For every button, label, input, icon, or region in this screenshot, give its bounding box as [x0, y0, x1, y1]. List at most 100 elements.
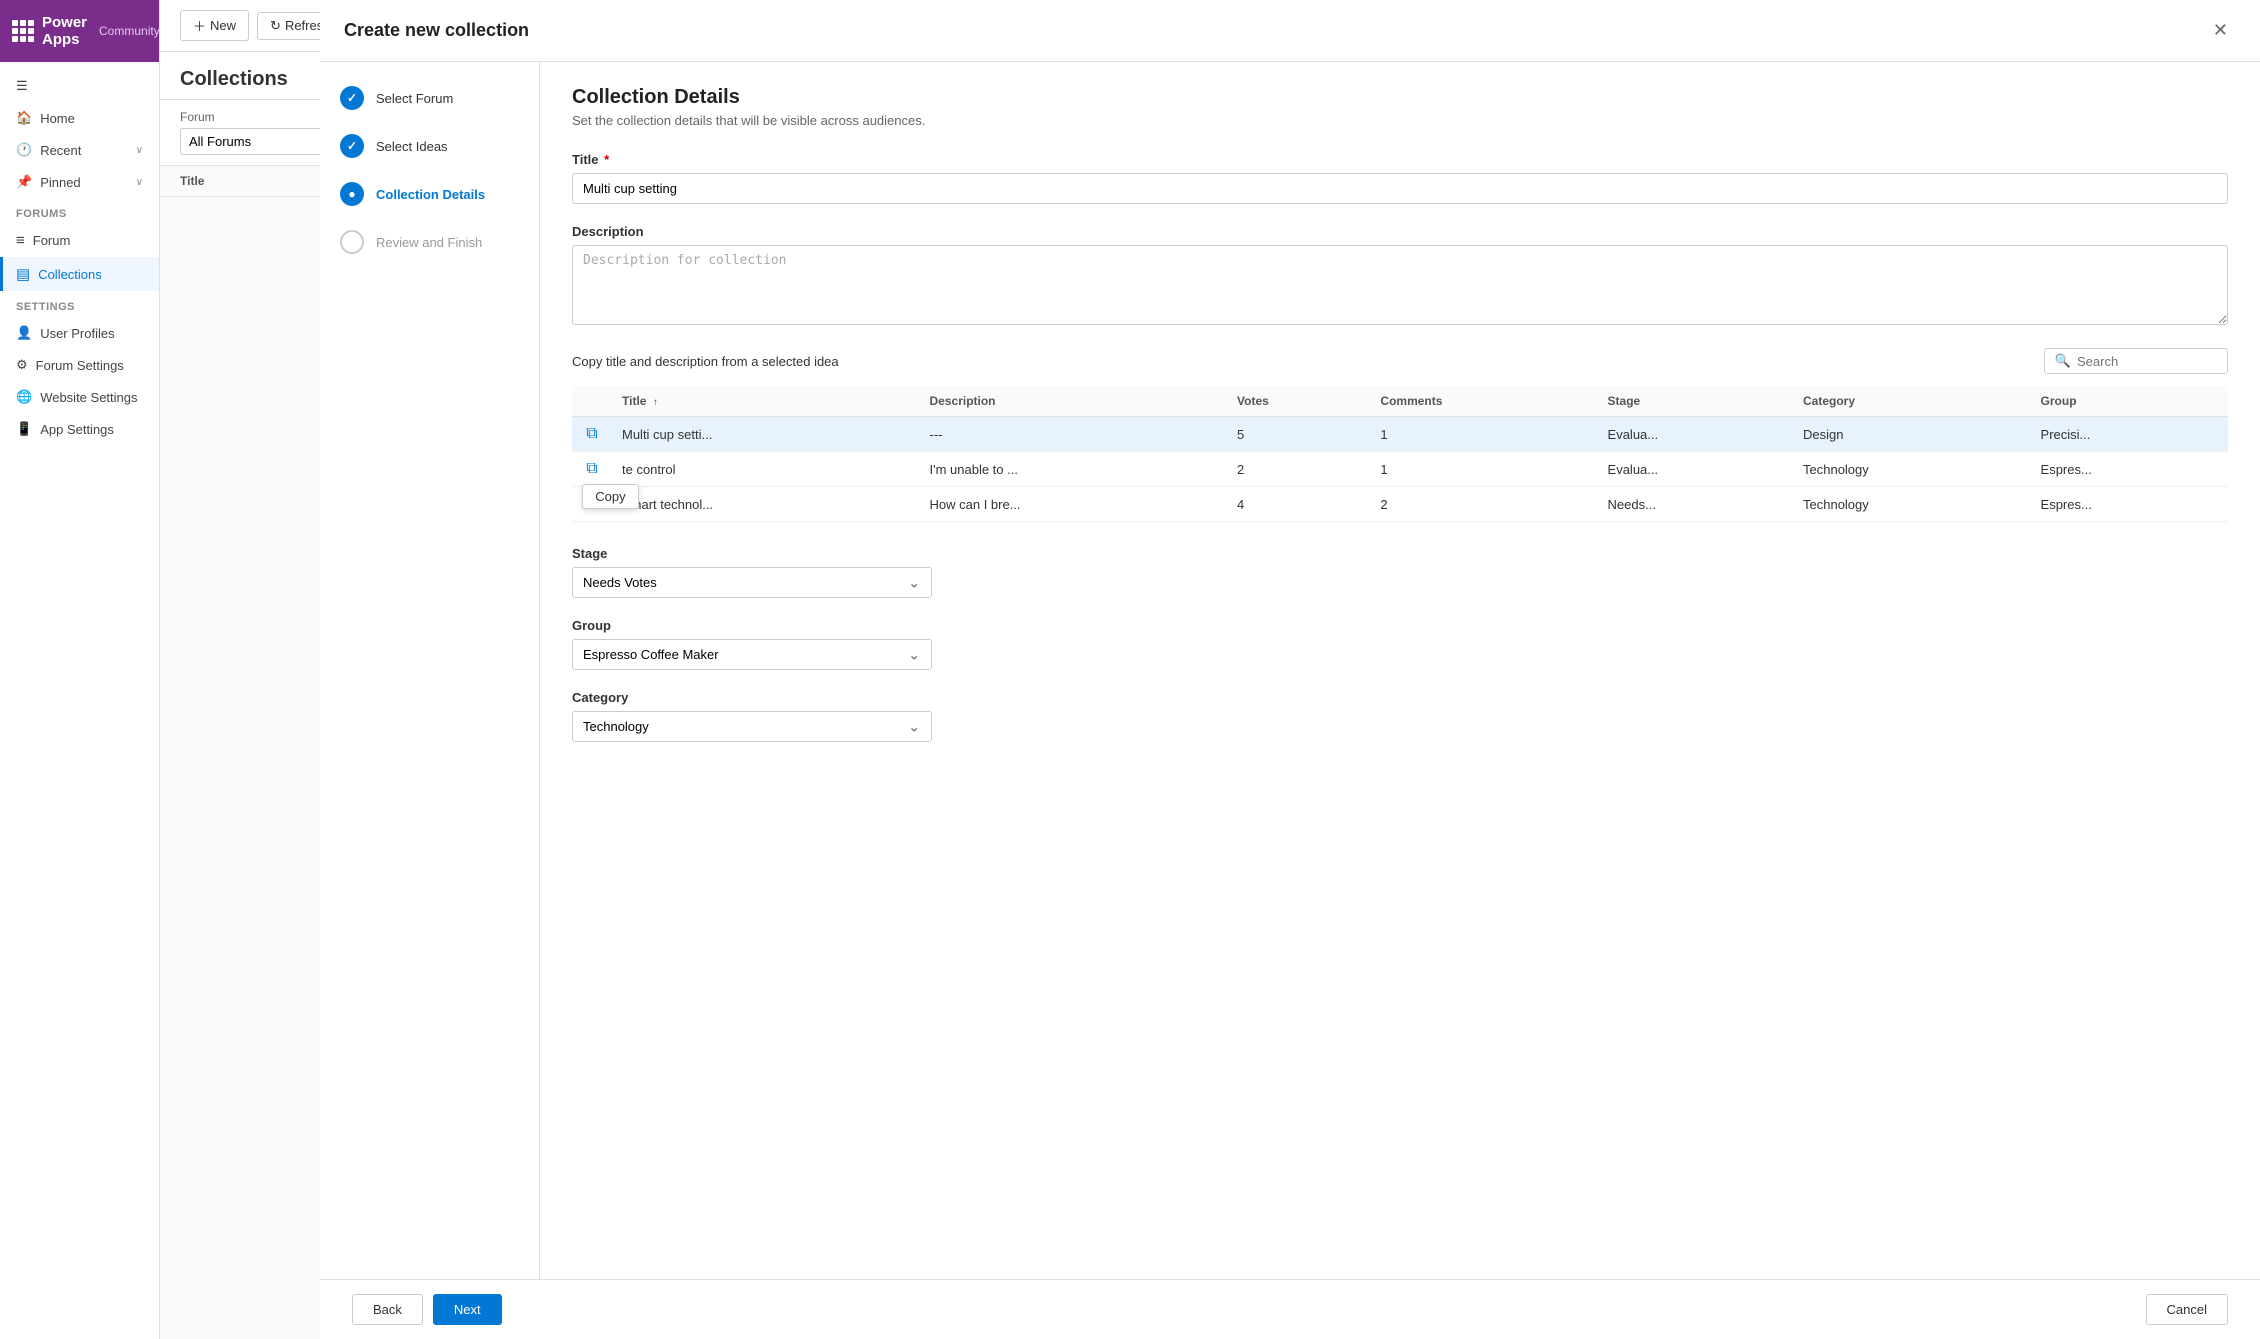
col-category-header: Category — [1793, 386, 2031, 417]
app-settings-icon: 📱 — [16, 421, 32, 437]
row-votes-3: 4 — [1227, 487, 1370, 522]
refresh-icon: ↻ — [270, 18, 281, 34]
table-row: ⧉ Copy te control I'm unable to ... 2 1 … — [572, 452, 2228, 487]
dialog-body: ✓ Select Forum ✓ Select Ideas ● Collecti… — [320, 62, 2260, 1279]
user-profiles-icon: 👤 — [16, 325, 32, 341]
forum-settings-label: Forum Settings — [36, 358, 143, 373]
grid-icon — [12, 20, 34, 42]
step-collection-details: ● Collection Details — [340, 182, 519, 206]
title-label: Title * — [572, 152, 2228, 167]
app-logo — [12, 20, 34, 42]
collections-nav-label: Collections — [38, 267, 143, 282]
group-label: Group — [572, 618, 2228, 633]
recent-label: Recent — [40, 143, 127, 158]
sidebar-item-pinned[interactable]: 📌 Pinned ∨ — [0, 166, 159, 198]
new-button[interactable]: ＋ New — [180, 10, 249, 41]
step-label-forum: Select Forum — [376, 91, 453, 106]
home-icon: 🏠 — [16, 110, 32, 126]
sidebar-item-forum[interactable]: ≡ Forum — [0, 224, 159, 257]
next-button[interactable]: Next — [433, 1294, 502, 1325]
category-select[interactable]: Technology Design Other — [572, 711, 932, 742]
group-field: Group Espresso Coffee Maker Precision Gr… — [572, 618, 2228, 670]
pinned-label: Pinned — [40, 175, 127, 190]
copy-section-header: Copy title and description from a select… — [572, 348, 2228, 374]
step-review-finish: Review and Finish — [340, 230, 519, 254]
row-stage-2: Evalua... — [1598, 452, 1793, 487]
sidebar-item-recent[interactable]: 🕐 Recent ∨ — [0, 134, 159, 166]
plus-icon: ＋ — [193, 16, 206, 35]
row-desc-3: How can I bre... — [920, 487, 1228, 522]
forum-nav-label: Forum — [33, 233, 143, 248]
dialog-close-button[interactable]: ✕ — [2205, 16, 2236, 45]
form-section-title: Collection Details — [572, 86, 2228, 109]
row-group-3: Espres... — [2031, 487, 2228, 522]
forum-filter-input[interactable] — [180, 128, 340, 155]
copy-icon-2[interactable]: ⧉ — [582, 458, 601, 479]
hamburger-icon: ☰ — [16, 78, 28, 94]
row-desc-2: I'm unable to ... — [920, 452, 1228, 487]
form-content: Collection Details Set the collection de… — [540, 62, 2260, 1279]
sidebar-item-menu[interactable]: ☰ — [0, 70, 159, 102]
title-input[interactable] — [572, 173, 2228, 204]
copy-icon-1[interactable]: ⧉ — [582, 423, 601, 444]
sidebar: Power Apps Community ☰ 🏠 Home 🕐 Recent ∨… — [0, 0, 160, 1339]
copy-cell-1: ⧉ — [572, 417, 612, 452]
recent-icon: 🕐 — [16, 142, 32, 158]
copy-popup: Copy — [582, 484, 638, 509]
copy-section-label-text: Copy title and description from a select… — [572, 354, 839, 369]
pin-icon: 📌 — [16, 174, 32, 190]
collections-icon: ▤ — [16, 265, 30, 283]
stage-select[interactable]: Needs Votes Under Review Completed — [572, 567, 932, 598]
forum-settings-icon: ⚙ — [16, 357, 28, 373]
search-icon: 🔍 — [2055, 353, 2071, 369]
step-circle-ideas: ✓ — [340, 134, 364, 158]
back-button[interactable]: Back — [352, 1294, 423, 1325]
sidebar-header: Power Apps Community — [0, 0, 159, 62]
row-desc-1: --- — [920, 417, 1228, 452]
app-context: Community — [99, 24, 160, 38]
search-input[interactable] — [2077, 354, 2217, 369]
dialog-footer: Back Next Cancel — [320, 1279, 2260, 1339]
user-profiles-label: User Profiles — [40, 326, 143, 341]
col-title-header[interactable]: Title ↑ — [612, 386, 920, 417]
col-copy-header — [572, 386, 612, 417]
app-settings-label: App Settings — [40, 422, 143, 437]
group-select-wrapper: Espresso Coffee Maker Precision Grinder — [572, 639, 932, 670]
copy-cell-2: ⧉ Copy — [572, 452, 612, 487]
group-select[interactable]: Espresso Coffee Maker Precision Grinder — [572, 639, 932, 670]
step-circle-forum: ✓ — [340, 86, 364, 110]
category-select-wrapper: Technology Design Other — [572, 711, 932, 742]
search-box[interactable]: 🔍 — [2044, 348, 2228, 374]
chevron-down-icon: ∨ — [136, 145, 143, 156]
app-name: Power Apps — [42, 14, 87, 48]
category-label: Category — [572, 690, 2228, 705]
col-stage-header: Stage — [1598, 386, 1793, 417]
row-category-1: Design — [1793, 417, 2031, 452]
sidebar-item-collections[interactable]: ▤ Collections — [0, 257, 159, 291]
table-header-row: Title ↑ Description Votes Comments Stage… — [572, 386, 2228, 417]
forums-section-label: Forums — [0, 198, 159, 224]
table-row: ⧉ Smart technol... How can I bre... 4 2 … — [572, 487, 2228, 522]
sidebar-item-app-settings[interactable]: 📱 App Settings — [0, 413, 159, 445]
description-textarea[interactable] — [572, 245, 2228, 325]
title-field: Title * — [572, 152, 2228, 204]
row-comments-1: 1 — [1370, 417, 1597, 452]
website-settings-label: Website Settings — [40, 390, 143, 405]
step-select-ideas: ✓ Select Ideas — [340, 134, 519, 158]
row-votes-1: 5 — [1227, 417, 1370, 452]
copy-tooltip: ⧉ Copy — [582, 460, 601, 478]
sidebar-item-home[interactable]: 🏠 Home — [0, 102, 159, 134]
sidebar-item-user-profiles[interactable]: 👤 User Profiles — [0, 317, 159, 349]
cancel-button[interactable]: Cancel — [2146, 1294, 2228, 1325]
step-circle-review — [340, 230, 364, 254]
stage-field: Stage Needs Votes Under Review Completed — [572, 546, 2228, 598]
col-description-header: Description — [920, 386, 1228, 417]
row-category-2: Technology — [1793, 452, 2031, 487]
collections-title-text: Collections — [180, 68, 288, 90]
sidebar-item-forum-settings[interactable]: ⚙ Forum Settings — [0, 349, 159, 381]
footer-right-buttons: Cancel — [2146, 1294, 2228, 1325]
sidebar-item-website-settings[interactable]: 🌐 Website Settings — [0, 381, 159, 413]
row-stage-1: Evalua... — [1598, 417, 1793, 452]
forum-icon: ≡ — [16, 232, 25, 249]
category-field: Category Technology Design Other — [572, 690, 2228, 742]
